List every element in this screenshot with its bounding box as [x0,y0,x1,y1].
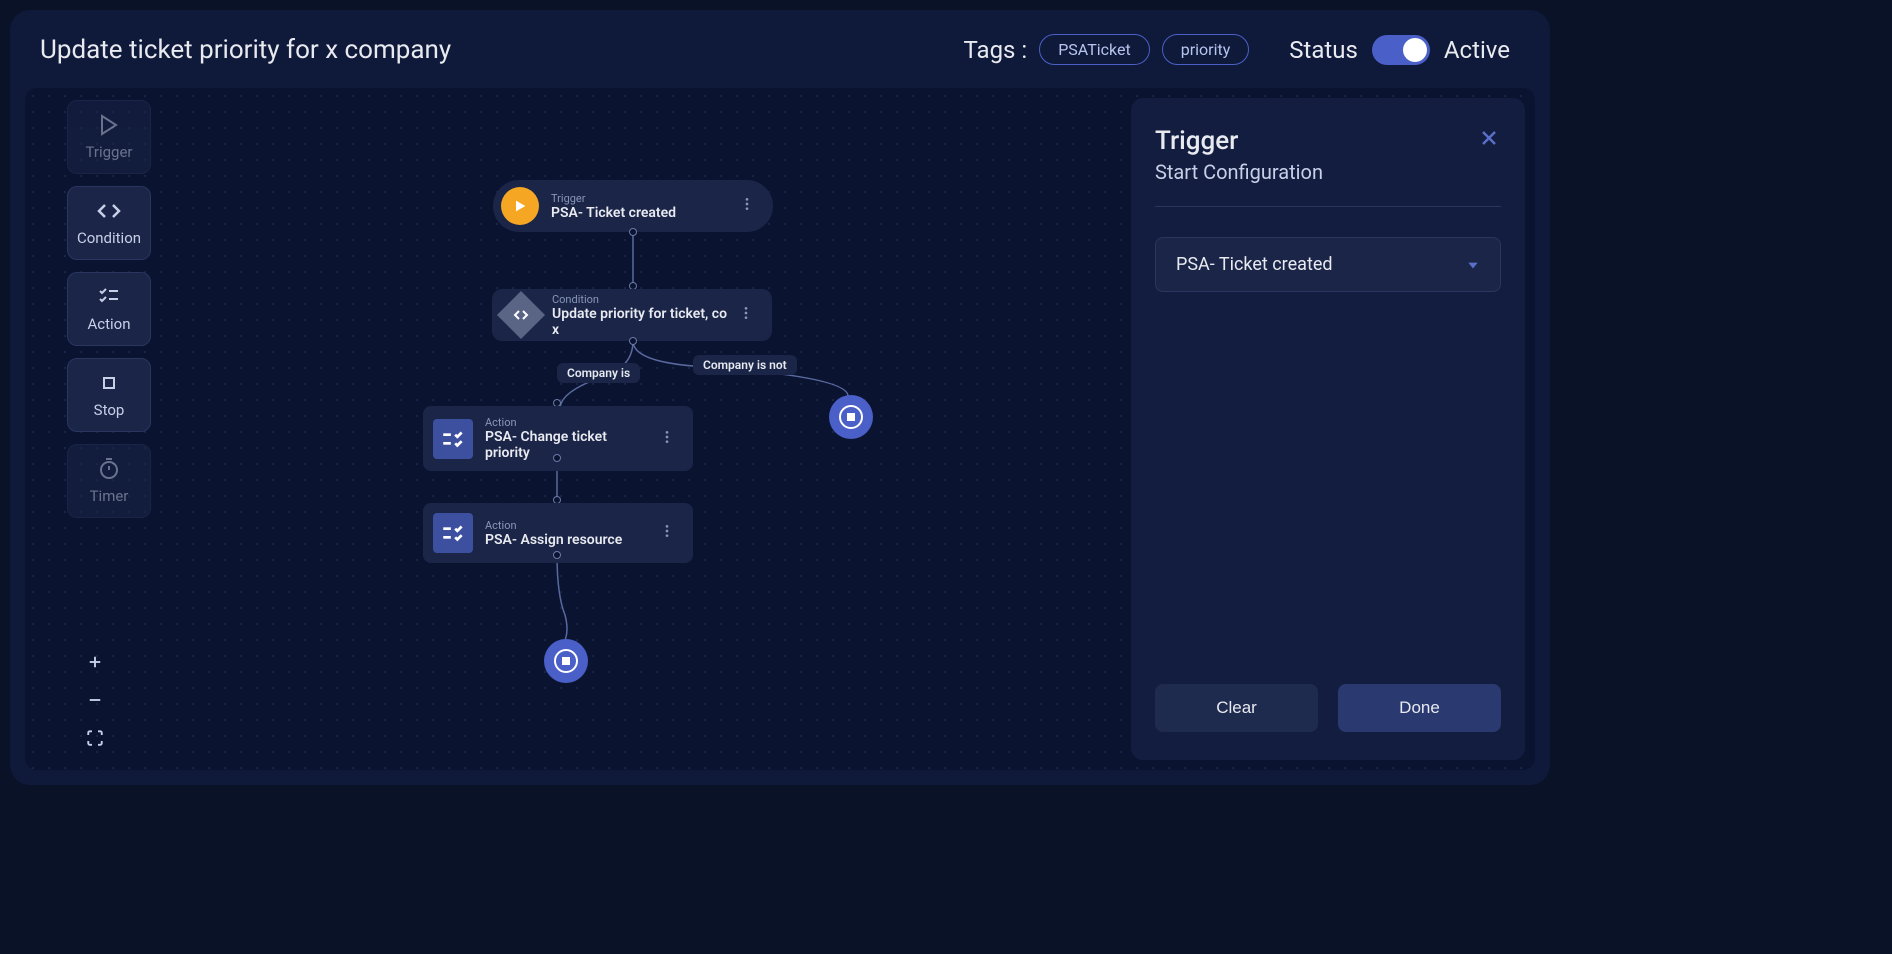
panel-subtitle: Start Configuration [1155,160,1323,184]
more-vertical-icon [738,305,754,321]
tags-label: Tags : [964,36,1028,64]
more-vertical-icon [739,196,755,212]
code-icon [513,307,529,323]
stop-square-icon [847,413,855,421]
status-value: Active [1444,36,1510,64]
action-icon-box [433,513,473,553]
page-title: Update ticket priority for x company [40,35,964,65]
node-title: PSA- Ticket created [551,205,735,221]
status-section: Status Active [1289,35,1510,65]
trigger-dropdown[interactable]: PSA- Ticket created [1155,237,1501,292]
checklist-icon [440,520,466,546]
tag-pill-1[interactable]: priority [1162,34,1250,65]
condition-diamond [497,291,545,339]
branch-label-right: Company is not [693,355,797,375]
branch-label-left: Company is [557,363,640,383]
node-text: Action PSA- Change ticket priority [485,416,655,461]
port [553,454,561,462]
dropdown-value: PSA- Ticket created [1176,254,1333,275]
node-menu-button[interactable] [734,301,758,329]
node-type: Condition [552,293,734,306]
config-panel: Trigger Start Configuration PSA- Ticket … [1131,98,1525,760]
status-toggle[interactable] [1372,35,1430,65]
workflow-editor: Update ticket priority for x company Tag… [10,10,1550,785]
port [629,337,637,345]
panel-title: Trigger [1155,126,1323,156]
port [553,551,561,559]
clear-button[interactable]: Clear [1155,684,1318,732]
stop-node-1[interactable] [829,395,873,439]
panel-footer: Clear Done [1155,684,1501,732]
node-text: Trigger PSA- Ticket created [551,192,735,221]
stop-square-icon [562,657,570,665]
condition-node[interactable]: Condition Update priority for ticket, co… [492,289,772,341]
panel-header: Trigger Start Configuration [1155,126,1501,184]
tag-pill-0[interactable]: PSATicket [1039,34,1150,65]
checklist-icon [440,426,466,452]
node-type: Trigger [551,192,735,205]
stop-node-2[interactable] [544,639,588,683]
more-vertical-icon [659,429,675,445]
status-label: Status [1289,36,1358,64]
trigger-node[interactable]: Trigger PSA- Ticket created [493,180,773,232]
node-title: Update priority for ticket, co x [552,306,734,338]
tags-section: Tags : PSATicket priority [964,34,1250,65]
node-type: Action [485,519,655,532]
close-icon [1477,126,1501,150]
canvas[interactable]: Trigger Condition Action Stop Timer [25,88,1535,770]
node-text: Condition Update priority for ticket, co… [552,293,734,338]
connector-curve [555,555,575,640]
chevron-down-icon [1466,258,1480,272]
done-button[interactable]: Done [1338,684,1501,732]
action-icon-box [433,419,473,459]
divider [1155,206,1501,207]
node-title: PSA- Assign resource [485,532,655,548]
node-menu-button[interactable] [655,425,679,453]
play-icon [512,198,528,214]
toggle-knob [1403,38,1427,62]
stop-inner [839,405,863,429]
node-text: Action PSA- Assign resource [485,519,655,548]
node-menu-button[interactable] [735,192,759,220]
trigger-play-circle [501,187,539,225]
port [629,228,637,236]
node-title: PSA- Change ticket priority [485,429,655,461]
close-button[interactable] [1477,126,1501,154]
more-vertical-icon [659,523,675,539]
node-menu-button[interactable] [655,519,679,547]
header: Update ticket priority for x company Tag… [10,10,1550,83]
node-type: Action [485,416,655,429]
stop-inner [554,649,578,673]
